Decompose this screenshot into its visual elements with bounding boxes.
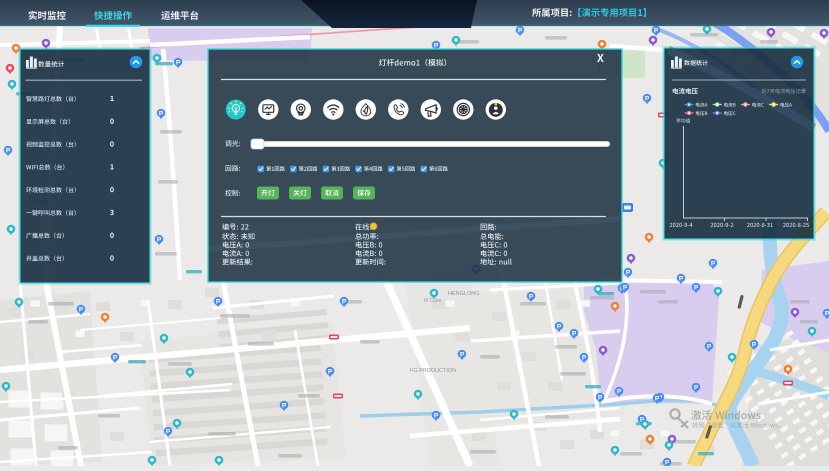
svg-text:P: P xyxy=(617,388,622,395)
svg-text:P: P xyxy=(518,27,523,34)
svg-text:P: P xyxy=(434,412,439,419)
svg-text:P: P xyxy=(707,343,712,350)
svg-text:P: P xyxy=(159,110,164,117)
svg-text:P: P xyxy=(282,402,287,409)
svg-text:P: P xyxy=(623,284,628,291)
svg-text:P: P xyxy=(654,27,659,34)
svg-text:P: P xyxy=(529,293,534,300)
svg-text:P: P xyxy=(216,298,221,305)
svg-text:P: P xyxy=(157,236,162,243)
svg-text:P: P xyxy=(665,459,670,466)
svg-text:P: P xyxy=(679,275,684,282)
svg-text:P: P xyxy=(752,341,757,348)
svg-text:FG PRODUCTION: FG PRODUCTION xyxy=(410,368,456,374)
svg-text:P: P xyxy=(113,354,118,361)
svg-text:P: P xyxy=(694,384,699,391)
svg-text:P: P xyxy=(6,147,11,154)
svg-text:P: P xyxy=(342,298,347,305)
svg-text:P: P xyxy=(166,428,171,435)
svg-text:P: P xyxy=(825,310,829,317)
svg-text:P: P xyxy=(694,284,699,291)
svg-text:P: P xyxy=(328,368,333,375)
svg-text:P: P xyxy=(711,260,716,267)
svg-text:M Cake: M Cake xyxy=(424,298,441,304)
svg-text:P: P xyxy=(460,351,465,358)
svg-text:P: P xyxy=(598,394,603,401)
svg-text:P: P xyxy=(655,395,660,402)
svg-text:P: P xyxy=(434,42,439,49)
svg-text:P: P xyxy=(645,95,650,102)
svg-text:P: P xyxy=(572,330,577,337)
svg-text:P: P xyxy=(626,269,631,276)
svg-text:P: P xyxy=(557,323,562,330)
svg-text:HENGLONG: HENGLONG xyxy=(448,291,479,297)
svg-text:P: P xyxy=(582,354,587,361)
svg-text:P: P xyxy=(79,306,84,313)
svg-text:P: P xyxy=(176,59,181,66)
